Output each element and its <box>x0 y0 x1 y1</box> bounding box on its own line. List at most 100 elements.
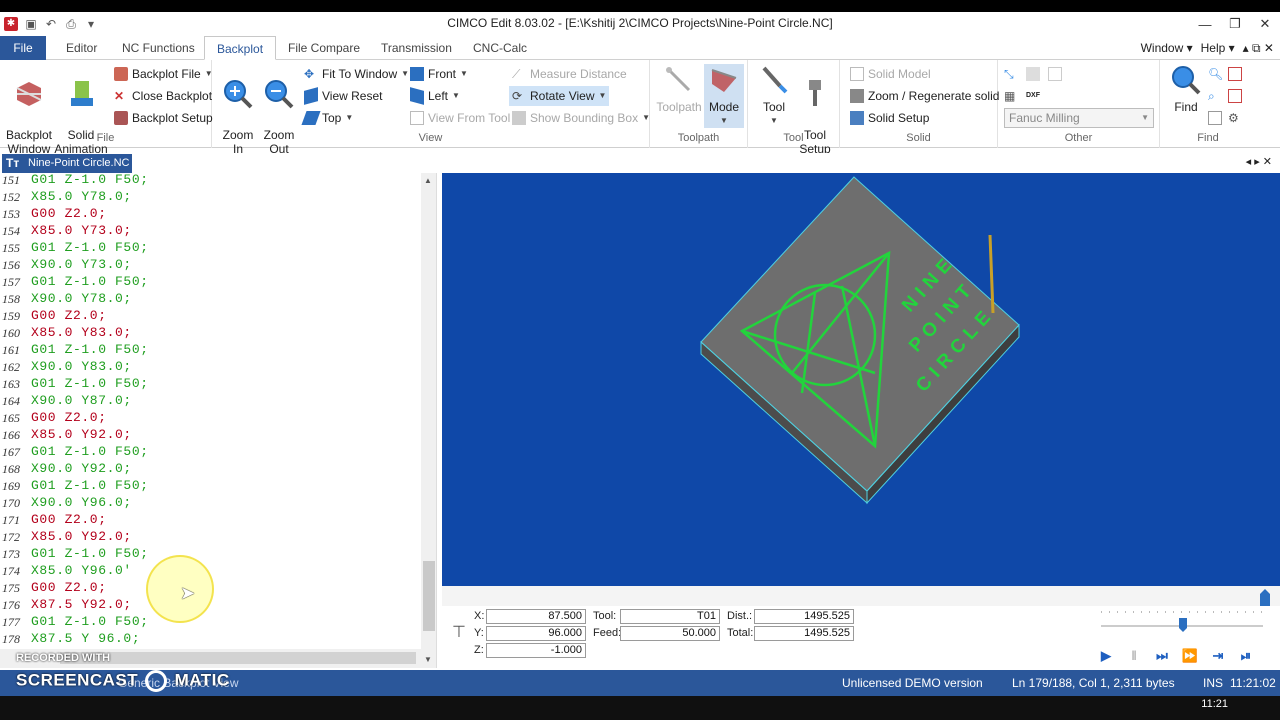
watermark-logo-icon <box>145 670 168 692</box>
goto-icon[interactable] <box>1228 89 1242 103</box>
backplot-file-button[interactable]: Backplot File ▼ <box>114 64 213 84</box>
step-over-icon[interactable]: ⏩ <box>1180 646 1200 666</box>
zoom-regenerate-button[interactable]: Zoom / Regenerate solid <box>850 86 999 106</box>
close-backplot-button[interactable]: ✕ Close Backplot <box>114 86 212 106</box>
find-next-icon[interactable]: 🔍︎ <box>1208 67 1223 81</box>
code-line[interactable]: X85.0 Y83.0; <box>31 325 132 340</box>
code-line[interactable]: G00 Z2.0; <box>31 580 107 595</box>
rotate-view-button[interactable]: ⟳ Rotate View ▼ <box>509 86 610 106</box>
code-line[interactable]: G01 Z-1.0 F50; <box>31 274 149 289</box>
tab-file-compare[interactable]: File Compare <box>276 36 372 60</box>
code-line[interactable]: X87.5 Y 96.0; <box>31 631 140 646</box>
code-line[interactable]: X90.0 Y87.0; <box>31 393 132 408</box>
backplot-setup-button[interactable]: Backplot Setup <box>114 108 213 128</box>
scroll-down-icon[interactable]: ▼ <box>424 655 432 664</box>
document-tab[interactable]: Tт Nine-Point Circle.NC <box>2 154 132 173</box>
code-line[interactable]: X87.5 Y92.0; <box>31 597 132 612</box>
line-number: 166 <box>2 428 20 442</box>
minimize-button[interactable]: — <box>1190 12 1220 36</box>
speed-slider-thumb[interactable] <box>1179 618 1187 632</box>
grid-icon[interactable]: ▦ <box>1004 89 1018 103</box>
feed-label: Feed: <box>593 627 622 639</box>
help-menu[interactable]: Help ▾ <box>1201 36 1235 60</box>
code-line[interactable]: G00 Z2.0; <box>31 410 107 425</box>
solid-model-button[interactable]: Solid Model <box>850 64 931 84</box>
code-line[interactable]: G01 Z-1.0 F50; <box>31 342 149 357</box>
mode-button[interactable]: Mode ▼ <box>704 64 744 128</box>
toolpath-group-label: Toolpath <box>677 132 720 144</box>
pause-icon[interactable]: ‖ <box>1124 646 1144 666</box>
code-line[interactable]: X90.0 Y92.0; <box>31 461 132 476</box>
resize-icon[interactable]: ⤡ <box>1004 67 1018 81</box>
restore-button[interactable]: ❐ <box>1220 12 1250 36</box>
code-line[interactable]: G01 Z-1.0 F50; <box>31 444 149 459</box>
fit-to-window-button[interactable]: ✥ Fit To Window ▼ <box>304 64 409 84</box>
code-line[interactable]: G01 Z-1.0 F50; <box>31 240 149 255</box>
tool-button[interactable]: Tool ▼ <box>754 64 794 128</box>
step-forward-icon[interactable]: ⏭ <box>1152 646 1172 666</box>
code-line[interactable]: X85.0 Y73.0; <box>31 223 132 238</box>
measure-distance-button[interactable]: ⟋ Measure Distance <box>512 64 627 84</box>
show-bounding-box-label: Show Bounding Box <box>530 111 639 125</box>
zoom-in-icon <box>224 80 253 109</box>
vertical-scroll-thumb[interactable] <box>423 561 435 631</box>
code-line[interactable]: X85.0 Y92.0; <box>31 427 132 442</box>
vertical-scrollbar[interactable]: ▲ ▼ <box>421 173 436 668</box>
step-z-icon[interactable]: ⇥ <box>1208 646 1228 666</box>
tab-backplot[interactable]: Backplot <box>204 36 276 60</box>
code-line[interactable]: G01 Z-1.0 F50; <box>31 478 149 493</box>
close-button[interactable]: ✕ <box>1250 12 1280 36</box>
code-line[interactable]: X90.0 Y73.0; <box>31 257 132 272</box>
solid-setup-button[interactable]: Solid Setup <box>850 108 929 128</box>
code-line[interactable]: X85.0 Y92.0; <box>31 529 132 544</box>
view-reset-button[interactable]: View Reset <box>304 86 382 106</box>
find-label: Find <box>1174 100 1198 114</box>
front-view-button[interactable]: Front ▼ <box>410 64 468 84</box>
code-line[interactable]: G01 Z-1.0 F50; <box>31 376 149 391</box>
window-menu[interactable]: Window ▾ <box>1141 36 1193 60</box>
view-from-tool-button[interactable]: View From Tool <box>410 108 510 128</box>
code-line[interactable]: X90.0 Y78.0; <box>31 291 132 306</box>
toolpath-button[interactable]: Toolpath <box>654 64 704 114</box>
replace-icon[interactable]: ⌕ <box>1208 89 1222 103</box>
code-line[interactable]: G00 Z2.0; <box>31 206 107 221</box>
dxf-file-icon[interactable]: DXF <box>1026 89 1040 103</box>
play-icon[interactable]: ▶ <box>1096 646 1116 666</box>
code-line[interactable]: X85.0 Y96.0' <box>31 563 132 578</box>
left-view-button[interactable]: Left ▼ <box>410 86 460 106</box>
bookmark-icon[interactable] <box>1228 67 1242 81</box>
code-line[interactable]: G00 Z2.0; <box>31 308 107 323</box>
tab-nc-functions[interactable]: NC Functions <box>110 36 207 60</box>
rotate-view-icon: ⟳ <box>512 89 523 103</box>
ribbon-group-view: Zoom In Zoom Out ✥ Fit To Window ▼ View … <box>212 60 650 156</box>
export-icon[interactable] <box>1048 67 1062 81</box>
show-bounding-box-button[interactable]: Show Bounding Box ▼ <box>512 108 650 128</box>
tab-cnc-calc[interactable]: CNC-Calc <box>461 36 539 60</box>
position-slider-thumb[interactable] <box>1258 588 1272 608</box>
dxf-icon[interactable] <box>1026 67 1040 81</box>
find-button[interactable]: Find <box>1166 64 1206 114</box>
code-line[interactable]: G01 Z-1.0 F50; <box>31 546 149 561</box>
code-line[interactable]: X90.0 Y83.0; <box>31 359 132 374</box>
nc-code-editor[interactable]: 151 152 153 154 155 156 157 158 159 160 161 162 163 1… <box>0 173 437 668</box>
code-line[interactable]: X90.0 Y96.0; <box>31 495 132 510</box>
line-number: 152 <box>2 190 20 204</box>
find-file-icon[interactable] <box>1208 111 1222 125</box>
scroll-up-icon[interactable]: ▲ <box>424 176 432 185</box>
settings-icon[interactable]: ⚙ <box>1228 111 1242 125</box>
run-to-end-icon[interactable]: ⏯ <box>1236 646 1256 666</box>
tab-transmission[interactable]: Transmission <box>369 36 464 60</box>
code-line[interactable]: G01 Z-1.0 F50; <box>31 614 149 629</box>
top-view-button[interactable]: Top ▼ <box>301 108 353 128</box>
backplot-viewport[interactable]: NINE POINT CIRCLE <box>442 173 1280 586</box>
mdi-controls[interactable]: ▴ ⧉ ✕ <box>1243 36 1274 60</box>
document-nav[interactable]: ◂ ▸ ✕ <box>1246 155 1272 168</box>
x-label: X: <box>474 610 485 622</box>
code-line[interactable]: G00 Z2.0; <box>31 512 107 527</box>
tab-editor[interactable]: Editor <box>54 36 109 60</box>
speed-slider[interactable] <box>1097 604 1267 638</box>
tab-file[interactable]: File <box>0 36 46 60</box>
machine-select[interactable]: Fanuc Milling ▼ <box>1004 108 1154 128</box>
code-line[interactable]: X85.0 Y78.0; <box>31 189 132 204</box>
code-line[interactable]: G01 Z-1.0 F50; <box>31 173 149 187</box>
